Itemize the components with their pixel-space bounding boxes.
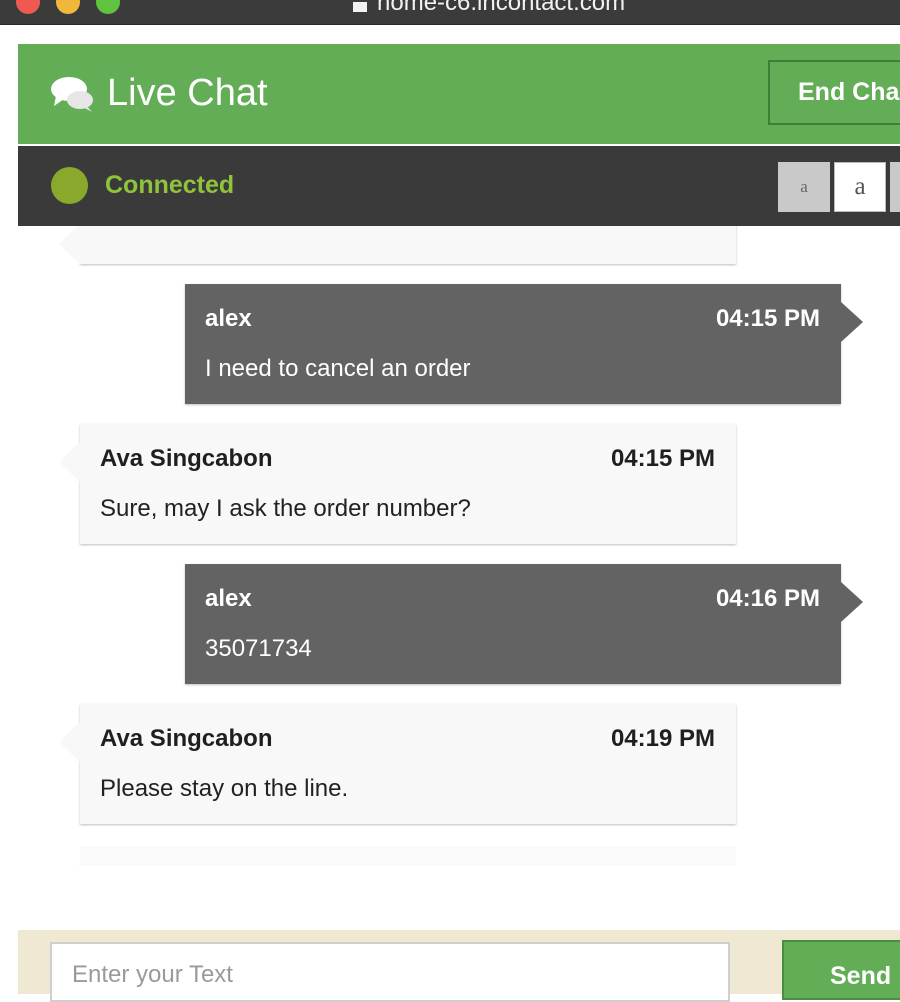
message-text: Please stay on the line. (100, 775, 349, 802)
message-bubble-user: alex 04:16 PM 35071734 (185, 564, 863, 684)
send-button[interactable]: Send (782, 940, 900, 1000)
url-text: home-c6.incontact.com (377, 0, 626, 16)
end-chat-button[interactable]: End Cha (768, 60, 900, 125)
message-bubble-agent: Ava Singcabon 04:15 PM Sure, may I ask t… (59, 424, 736, 544)
message-text: 35071734 (205, 635, 312, 662)
minimize-window-icon[interactable] (56, 0, 80, 14)
font-size-small-button[interactable]: a (778, 162, 830, 212)
message-composer: Send (18, 930, 900, 1002)
message-time: 04:15 PM (610, 445, 715, 472)
chat-title: Live Chat (107, 72, 268, 114)
message-time: 04:16 PM (715, 585, 820, 612)
message-bubble-agent: Ava Singcabon 04:19 PM Please stay on th… (59, 704, 736, 824)
font-size-medium-button[interactable]: a (834, 162, 886, 212)
address-bar[interactable]: home-c6.incontact.com (352, 0, 625, 15)
browser-titlebar: home-c6.incontact.com (0, 0, 900, 25)
connection-status-bar: Connected a a (18, 146, 900, 226)
close-window-icon[interactable] (16, 0, 40, 14)
maximize-window-icon[interactable] (96, 0, 120, 14)
lock-icon (352, 0, 368, 12)
message-sender: Ava Singcabon (100, 445, 273, 472)
connected-status-indicator-icon (51, 167, 88, 204)
message-list[interactable]: alex 04:15 PM I need to cancel an order … (0, 226, 900, 866)
message-text: Sure, may I ask the order number? (100, 495, 471, 522)
message-bubble-partial (59, 226, 736, 264)
connection-status-text: Connected (105, 171, 235, 199)
message-bubble-user: alex 04:15 PM I need to cancel an order (185, 284, 863, 404)
message-sender: Ava Singcabon (100, 725, 273, 752)
message-bubble-partial (59, 846, 736, 866)
message-sender: alex (205, 585, 252, 612)
message-time: 04:19 PM (610, 725, 715, 752)
message-input[interactable] (50, 942, 730, 1002)
message-time: 04:15 PM (715, 305, 820, 332)
message-sender: alex (205, 305, 252, 332)
chat-header: Live Chat End Cha (18, 44, 900, 144)
font-size-large-button[interactable] (890, 162, 900, 212)
chat-bubbles-icon (50, 74, 94, 114)
message-text: I need to cancel an order (205, 355, 471, 382)
